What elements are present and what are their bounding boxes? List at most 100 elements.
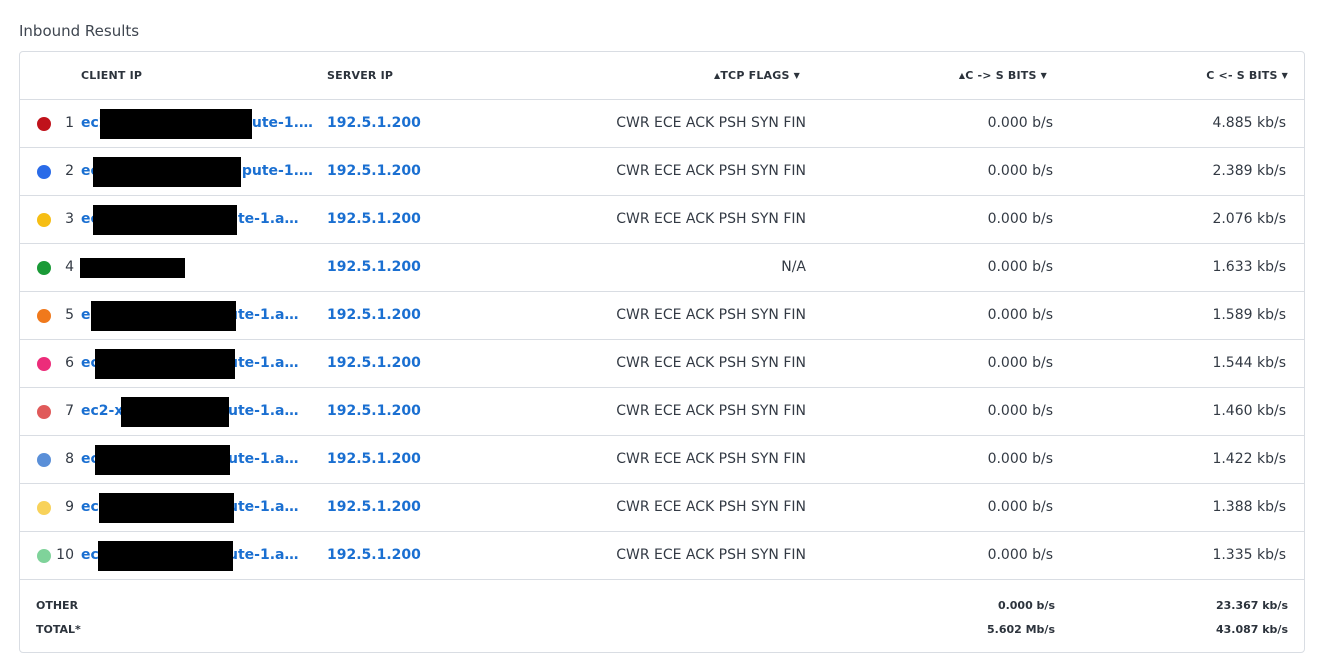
- server-ip-link[interactable]: 192.5.1.200: [327, 307, 421, 323]
- s2c-bits-value: 2.076 kb/s: [1212, 211, 1286, 227]
- series-color-dot: [37, 165, 51, 179]
- c2s-bits-value: 0.000 b/s: [987, 211, 1053, 227]
- s2c-bits-value: 4.885 kb/s: [1212, 115, 1286, 131]
- table-row[interactable]: 1ec2-xx-xx-xx-xx.compute-1.amazonaws.com…: [20, 100, 1304, 148]
- series-color-dot: [37, 357, 51, 371]
- table-row[interactable]: 10ec2-xx-xx-xx.compute-1.amazonaws.com19…: [20, 532, 1304, 580]
- col-tcp-flags-label: TCP FLAGS: [720, 69, 790, 82]
- series-color-dot: [37, 261, 51, 275]
- row-rank: 5: [65, 307, 74, 323]
- server-ip-link[interactable]: 192.5.1.200: [327, 163, 421, 179]
- series-color-dot: [37, 405, 51, 419]
- redaction-box: [95, 349, 235, 379]
- col-server-ip[interactable]: SERVER IP: [327, 69, 393, 82]
- tcp-flags-value: CWR ECE ACK PSH SYN FIN: [616, 547, 806, 563]
- row-rank: 9: [65, 499, 74, 515]
- row-rank: 1: [65, 115, 74, 131]
- c2s-bits-value: 0.000 b/s: [987, 355, 1053, 371]
- col-s-to-c-label: C <- S BITS: [1206, 69, 1278, 82]
- redaction-box: [80, 258, 185, 278]
- sort-down-icon: ▼: [1281, 71, 1288, 80]
- series-color-dot: [37, 117, 51, 131]
- row-rank: 7: [65, 403, 74, 419]
- col-s-to-c-bits[interactable]: C <- S BITS ▼: [1206, 69, 1288, 82]
- redaction-box: [93, 205, 237, 235]
- col-c-to-s-bits[interactable]: ▲C -> S BITS ▼: [959, 69, 1047, 82]
- other-c2s: 0.000 b/s: [997, 599, 1055, 612]
- table-row[interactable]: 9ec2-xx-xx-xx.compute-1.amazonaws.com192…: [20, 484, 1304, 532]
- page-title: Inbound Results: [19, 22, 140, 40]
- row-rank: 10: [56, 547, 74, 563]
- tcp-flags-value: CWR ECE ACK PSH SYN FIN: [616, 115, 806, 131]
- col-tcp-flags[interactable]: ▲TCP FLAGS ▼: [714, 69, 800, 82]
- redaction-box: [99, 493, 234, 523]
- results-table: CLIENT IP SERVER IP ▲TCP FLAGS ▼ ▲C -> S…: [19, 51, 1305, 653]
- c2s-bits-value: 0.000 b/s: [987, 547, 1053, 563]
- server-ip-link[interactable]: 192.5.1.200: [327, 403, 421, 419]
- c2s-bits-value: 0.000 b/s: [987, 163, 1053, 179]
- row-rank: 8: [65, 451, 74, 467]
- s2c-bits-value: 1.388 kb/s: [1212, 499, 1286, 515]
- table-row[interactable]: 8ec2-xx-xx-xx.compute-1.amazonaws.com192…: [20, 436, 1304, 484]
- server-ip-link[interactable]: 192.5.1.200: [327, 451, 421, 467]
- tcp-flags-value: CWR ECE ACK PSH SYN FIN: [616, 163, 806, 179]
- tcp-flags-value: CWR ECE ACK PSH SYN FIN: [616, 451, 806, 467]
- series-color-dot: [37, 501, 51, 515]
- total-s2c: 43.087 kb/s: [1215, 623, 1288, 636]
- table-header: CLIENT IP SERVER IP ▲TCP FLAGS ▼ ▲C -> S…: [20, 52, 1304, 100]
- redaction-box: [121, 397, 229, 427]
- c2s-bits-value: 0.000 b/s: [987, 259, 1053, 275]
- row-rank: 3: [65, 211, 74, 227]
- s2c-bits-value: 1.335 kb/s: [1212, 547, 1286, 563]
- s2c-bits-value: 1.422 kb/s: [1212, 451, 1286, 467]
- table-row[interactable]: 2ec2-xx-xx-xx-xx.compute-1.amazonaws.com…: [20, 148, 1304, 196]
- series-color-dot: [37, 453, 51, 467]
- tcp-flags-value: CWR ECE ACK PSH SYN FIN: [616, 499, 806, 515]
- c2s-bits-value: 0.000 b/s: [987, 451, 1053, 467]
- table-row[interactable]: 4 192.5.1.200 N/A 0.000 b/s 1.633 kb/s: [20, 244, 1304, 292]
- col-client-ip[interactable]: CLIENT IP: [81, 69, 142, 82]
- redaction-box: [91, 301, 236, 331]
- server-ip-link[interactable]: 192.5.1.200: [327, 259, 421, 275]
- sort-down-icon: ▼: [793, 71, 800, 80]
- s2c-bits-value: 1.460 kb/s: [1212, 403, 1286, 419]
- series-color-dot: [37, 549, 51, 563]
- total-label: TOTAL*: [36, 623, 81, 636]
- table-row[interactable]: 3ec2-xx-xx-xx.compute-1.amazonaws.com192…: [20, 196, 1304, 244]
- col-c-to-s-label: C -> S BITS: [965, 69, 1037, 82]
- s2c-bits-value: 1.589 kb/s: [1212, 307, 1286, 323]
- server-ip-link[interactable]: 192.5.1.200: [327, 355, 421, 371]
- other-s2c: 23.367 kb/s: [1215, 599, 1288, 612]
- server-ip-link[interactable]: 192.5.1.200: [327, 499, 421, 515]
- tcp-flags-value: N/A: [781, 259, 806, 275]
- server-ip-link[interactable]: 192.5.1.200: [327, 547, 421, 563]
- tcp-flags-value: CWR ECE ACK PSH SYN FIN: [616, 403, 806, 419]
- total-c2s: 5.602 Mb/s: [986, 623, 1055, 636]
- sort-down-icon: ▼: [1040, 71, 1047, 80]
- other-label: OTHER: [36, 599, 79, 612]
- redaction-box: [95, 445, 230, 475]
- redaction-box: [93, 157, 241, 187]
- row-rank: 4: [65, 259, 74, 275]
- s2c-bits-value: 1.544 kb/s: [1212, 355, 1286, 371]
- s2c-bits-value: 1.633 kb/s: [1212, 259, 1286, 275]
- row-rank: 6: [65, 355, 74, 371]
- c2s-bits-value: 0.000 b/s: [987, 403, 1053, 419]
- c2s-bits-value: 0.000 b/s: [987, 307, 1053, 323]
- table-row[interactable]: 5ec2-xx-xx-xx.compute-1.amazonaws.com192…: [20, 292, 1304, 340]
- server-ip-link[interactable]: 192.5.1.200: [327, 115, 421, 131]
- table-row[interactable]: 6ec2-xx-xx-xx.compute-1.amazonaws.com192…: [20, 340, 1304, 388]
- series-color-dot: [37, 309, 51, 323]
- row-rank: 2: [65, 163, 74, 179]
- tcp-flags-value: CWR ECE ACK PSH SYN FIN: [616, 307, 806, 323]
- table-row[interactable]: 7ec2-xx-xx-xx.compute-1.amazonaws.com192…: [20, 388, 1304, 436]
- c2s-bits-value: 0.000 b/s: [987, 115, 1053, 131]
- redaction-box: [100, 109, 252, 139]
- series-color-dot: [37, 213, 51, 227]
- s2c-bits-value: 2.389 kb/s: [1212, 163, 1286, 179]
- server-ip-link[interactable]: 192.5.1.200: [327, 211, 421, 227]
- redaction-box: [98, 541, 233, 571]
- c2s-bits-value: 0.000 b/s: [987, 499, 1053, 515]
- tcp-flags-value: CWR ECE ACK PSH SYN FIN: [616, 211, 806, 227]
- table-footer: OTHER 0.000 b/s 23.367 kb/s TOTAL* 5.602…: [20, 581, 1304, 653]
